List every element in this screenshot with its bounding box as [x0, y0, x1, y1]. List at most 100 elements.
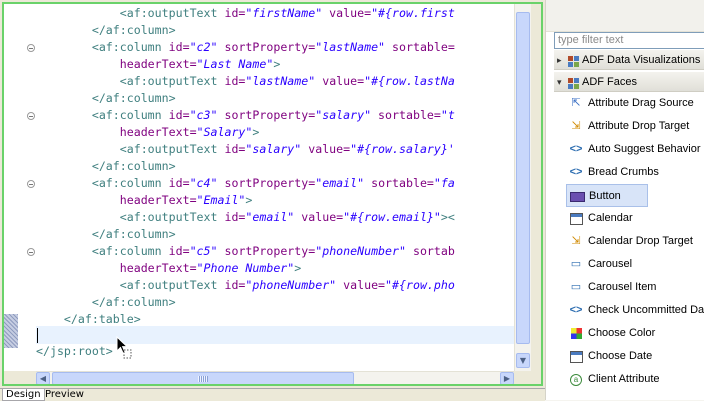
code-token: headerText= — [119, 125, 197, 139]
scroll-left-arrow-icon[interactable]: ◀ — [36, 372, 50, 385]
code-token: "fa — [433, 176, 455, 190]
code-token: <af:column — [91, 244, 169, 258]
fold-collapse-icon[interactable] — [27, 44, 35, 52]
code-line: </af:table> — [36, 311, 141, 328]
calendar-drop-icon: ⇲ — [571, 235, 581, 247]
palette-item-attribute-drop-target[interactable]: ⇲ Attribute Drop Target — [566, 115, 704, 138]
palette-item-label: Auto Suggest Behavior — [588, 143, 701, 155]
code-token: </af:column> — [91, 227, 176, 241]
palette-item-check-uncommitted-data[interactable]: <> Check Uncommitted Data — [566, 299, 704, 322]
tab-design[interactable]: Design — [2, 389, 45, 401]
code-token: id= — [224, 142, 246, 156]
auto-suggest-icon: <> — [569, 143, 583, 155]
palette-item-calendar-drop-target[interactable]: ⇲ Calendar Drop Target — [566, 230, 704, 253]
choose-color-icon — [569, 327, 583, 340]
code-token: <af:outputText — [119, 142, 225, 156]
palette-filter-input[interactable]: type filter text — [554, 32, 704, 49]
palette-category-adf-data-visualizations[interactable]: ▸ ADF Data Visualizations — [554, 50, 704, 70]
horizontal-scroll-thumb[interactable] — [52, 372, 354, 385]
button-icon — [570, 190, 585, 203]
code-token: <af:column — [91, 40, 169, 54]
category-label: ADF Faces — [582, 76, 638, 88]
fold-collapse-icon[interactable] — [27, 112, 35, 120]
component-palette: type filter text ▸ ADF Data Visualization… — [545, 0, 704, 400]
palette-category-adf-faces[interactable]: ▾ ADF Faces — [554, 72, 704, 92]
code-token: <af:outputText — [119, 278, 225, 292]
calendar-icon — [569, 212, 583, 225]
expanded-arrow-icon[interactable]: ▾ — [557, 72, 562, 92]
palette-item-choose-color[interactable]: Choose Color — [566, 322, 704, 345]
collapsed-arrow-icon[interactable]: ▸ — [557, 50, 562, 70]
code-line: <af:outputText id="phoneNumber" value="#… — [36, 277, 455, 294]
code-token: <af:outputText — [119, 74, 225, 88]
code-token: <af:column — [91, 108, 169, 122]
code-token: id= — [224, 74, 246, 88]
code-token: value= — [336, 278, 386, 292]
code-token: id= — [168, 40, 190, 54]
source-editor[interactable]: <af:outputText id="firstName" value="#{r… — [0, 0, 545, 388]
adf-faces-icon — [568, 76, 579, 89]
code-token: "#{row.lastNa — [364, 74, 455, 88]
scroll-right-arrow-icon[interactable]: ▶ — [500, 372, 514, 385]
code-token: "Email" — [196, 193, 246, 207]
scroll-down-arrow-icon[interactable]: ▼ — [516, 353, 530, 368]
code-token: > — [294, 261, 302, 275]
vertical-scroll-thumb[interactable] — [516, 12, 530, 344]
palette-item-calendar[interactable]: Calendar — [566, 207, 704, 230]
code-token: > — [252, 125, 260, 139]
palette-item-choose-date[interactable]: Choose Date — [566, 345, 704, 368]
code-token: "#{row.first — [371, 6, 455, 20]
palette-item-carousel-item[interactable]: ▭ Carousel Item — [566, 276, 704, 299]
code-line: headerText="Email"> — [36, 192, 253, 209]
drag-source-icon: ⇱ — [571, 97, 581, 109]
palette-item-auto-suggest-behavior[interactable]: <> Auto Suggest Behavior — [566, 138, 704, 161]
tab-preview[interactable]: Preview — [42, 389, 87, 401]
code-token: sortProperty= — [217, 244, 316, 258]
choose-date-icon — [569, 350, 583, 363]
code-line: <af:outputText id="email" value="#{row.e… — [36, 209, 455, 226]
code-token: </af:column> — [91, 23, 176, 37]
code-token: "#{row.salary}' — [350, 142, 455, 156]
code-line: headerText="Last Name"> — [36, 56, 281, 73]
code-line: </af:column> — [36, 294, 176, 311]
adf-dv-icon — [568, 54, 579, 67]
code-token: sortable= — [371, 108, 441, 122]
code-token: id= — [224, 6, 246, 20]
code-token: "lastName" — [245, 74, 316, 88]
code-token: headerText= — [119, 57, 197, 71]
code-line: </af:column> — [36, 90, 176, 107]
horizontal-scrollbar[interactable]: ◀ ▶ — [36, 371, 514, 386]
code-token: "lastName" — [315, 40, 386, 54]
code-token: >< — [440, 210, 455, 224]
code-area[interactable]: <af:outputText id="firstName" value="#{r… — [36, 4, 514, 371]
code-token: "c5" — [189, 244, 218, 258]
code-token: "t — [440, 108, 455, 122]
fold-collapse-icon[interactable] — [27, 180, 35, 188]
code-token: </af:column> — [91, 159, 176, 173]
palette-item-label: Check Uncommitted Data — [588, 304, 704, 316]
palette-item-attribute-drag-source[interactable]: ⇱ Attribute Drag Source — [566, 92, 704, 115]
palette-item-bread-crumbs[interactable]: <> Bread Crumbs — [566, 161, 704, 184]
palette-item-carousel[interactable]: ▭ Carousel — [566, 253, 704, 276]
bread-crumbs-icon: <> — [569, 166, 583, 178]
vertical-scrollbar[interactable]: ▼ — [514, 4, 531, 371]
palette-item-button[interactable]: Button — [566, 184, 648, 207]
palette-item-label: Choose Date — [588, 350, 653, 362]
code-token: "#{row.pho — [385, 278, 455, 292]
code-token: > — [273, 57, 281, 71]
fold-collapse-icon[interactable] — [27, 248, 35, 256]
code-token: > — [245, 193, 253, 207]
check-uncommitted-icon: <> — [569, 304, 583, 316]
carousel-icon: ▭ — [570, 258, 582, 270]
code-token: value= — [322, 6, 372, 20]
palette-item-client-attribute[interactable]: a Client Attribute — [566, 368, 704, 391]
